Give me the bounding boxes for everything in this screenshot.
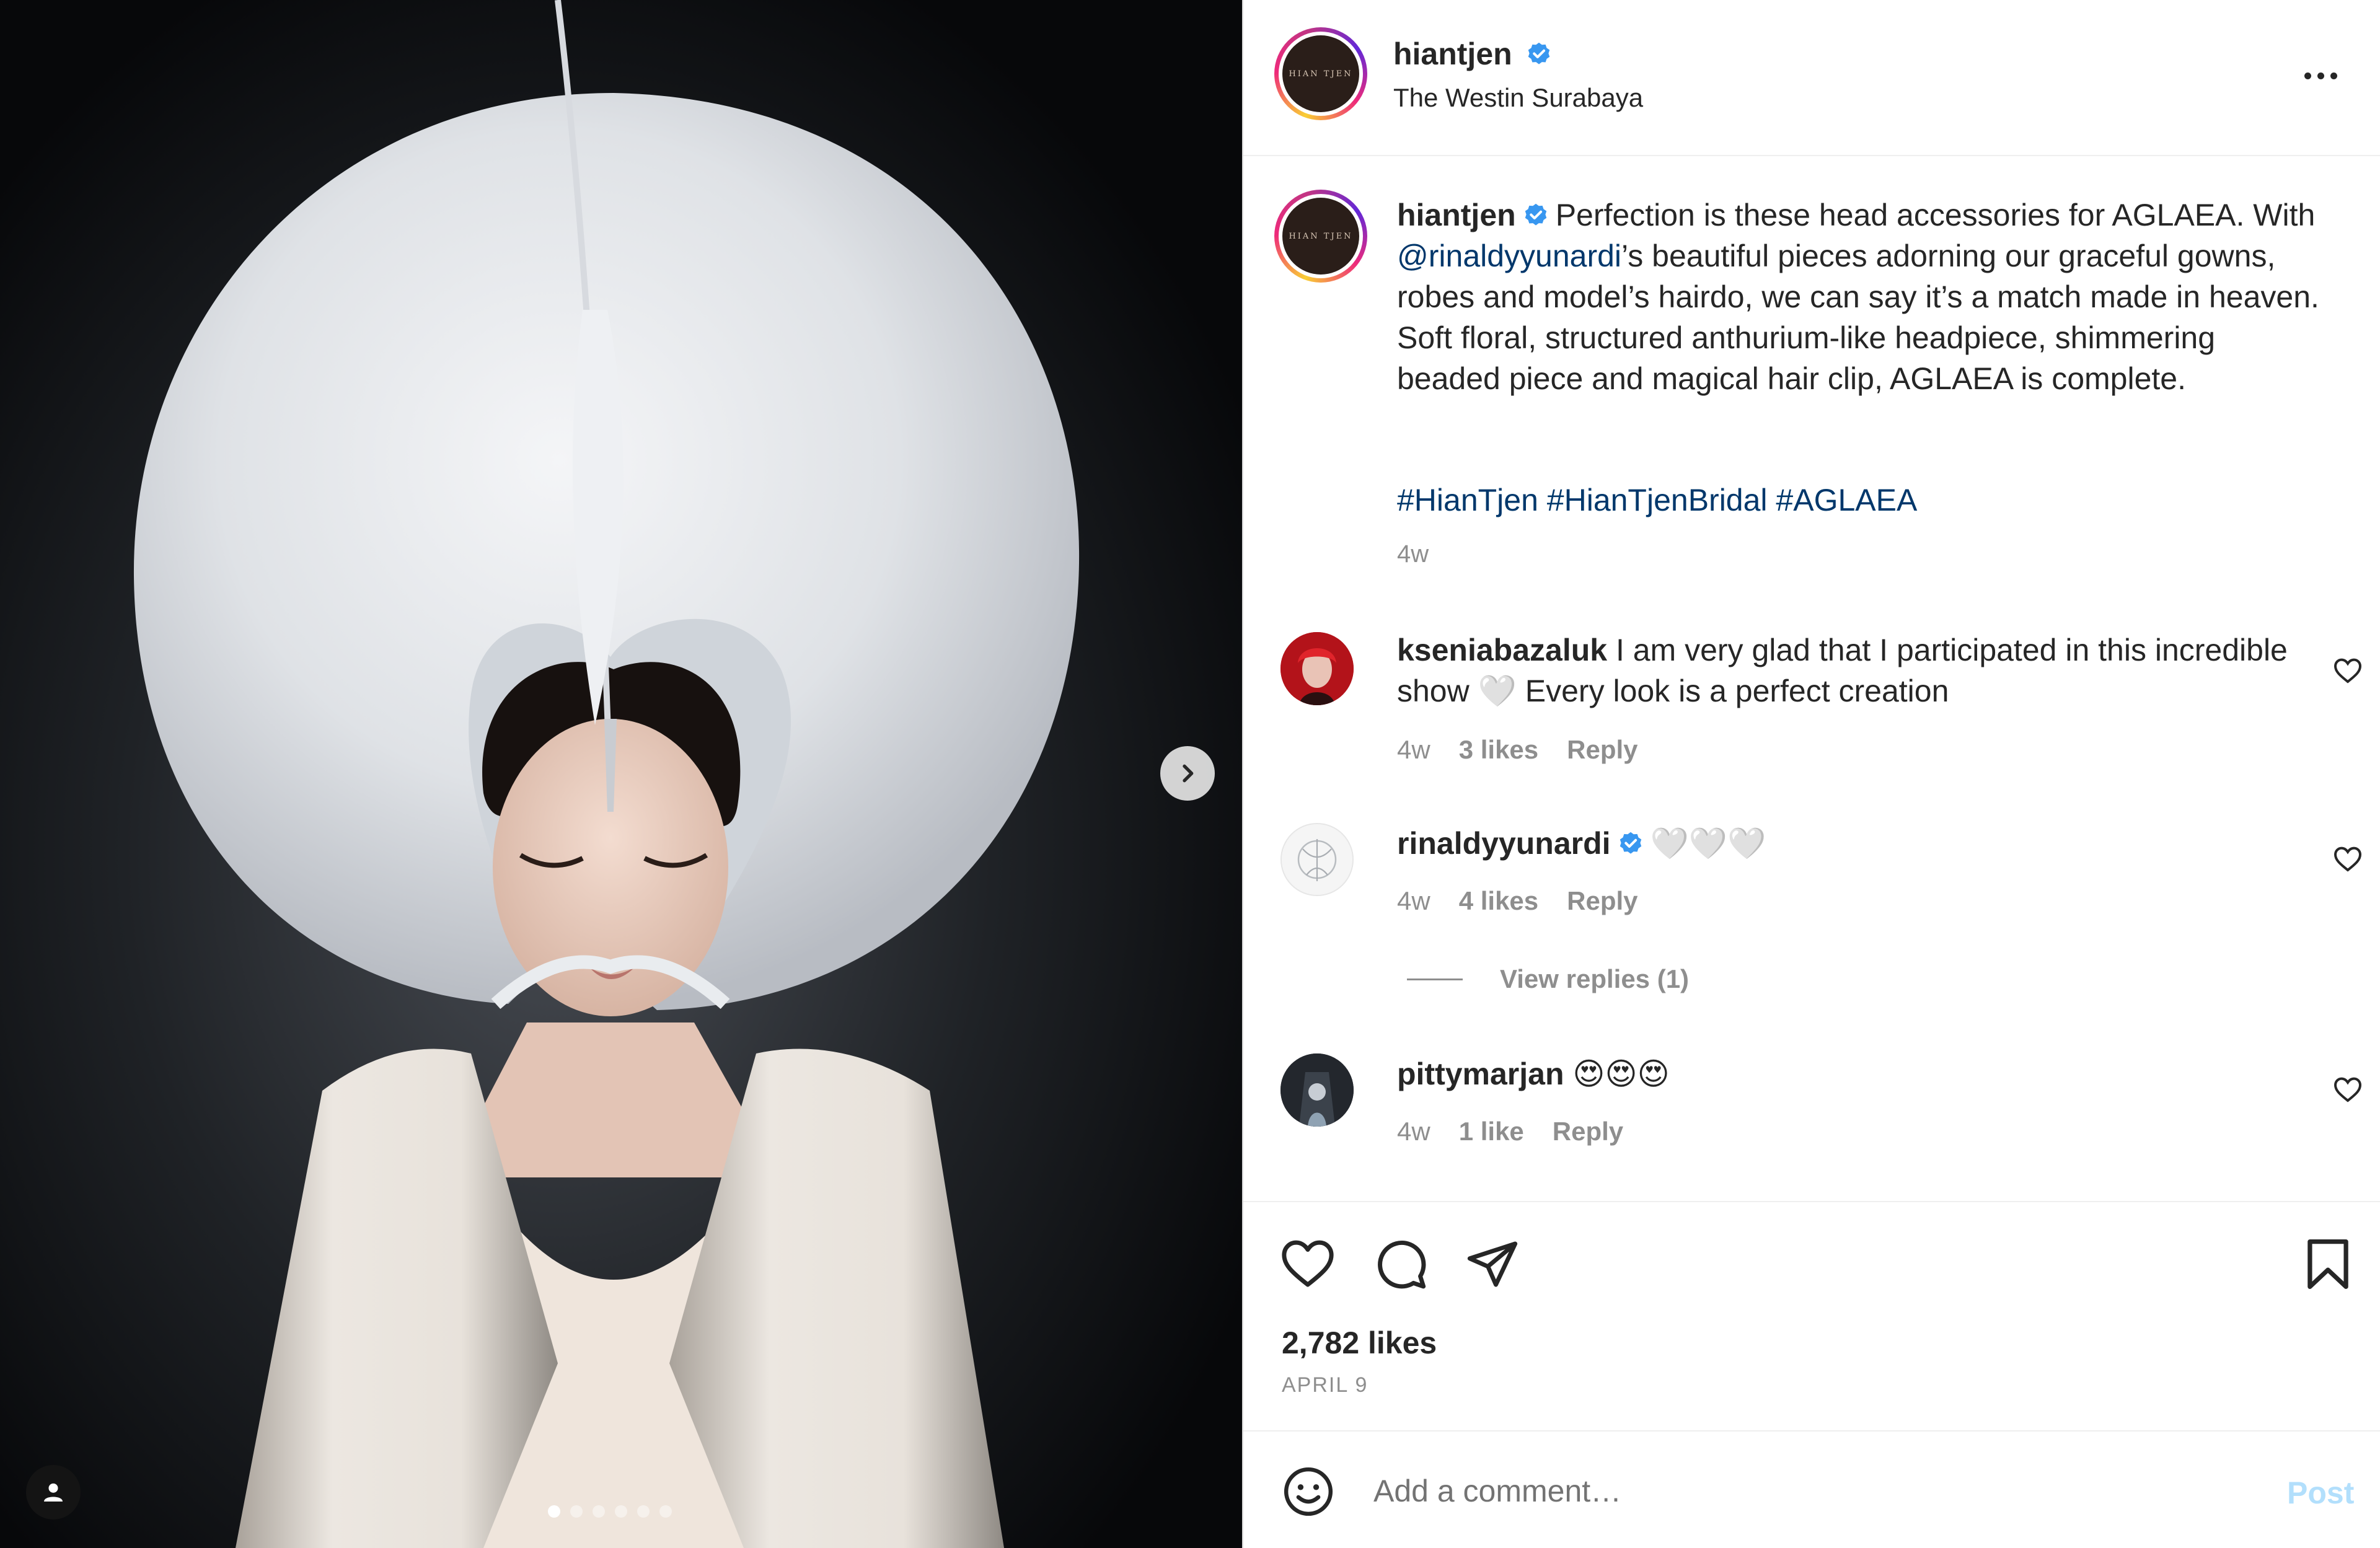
view-replies-label[interactable]: View replies (1) bbox=[1500, 964, 1689, 994]
carousel-dot bbox=[659, 1505, 672, 1518]
comment-timestamp[interactable]: 4w bbox=[1397, 886, 1430, 916]
comment-meta: 4w 1 like Reply bbox=[1397, 1117, 1623, 1146]
comment-timestamp[interactable]: 4w bbox=[1397, 1117, 1430, 1146]
comment-likes[interactable]: 3 likes bbox=[1459, 735, 1538, 765]
post-date[interactable]: APRIL 9 bbox=[1282, 1373, 1368, 1397]
caption-hashtags[interactable]: #HianTjen #HianTjenBridal #AGLAEA bbox=[1397, 482, 1917, 518]
comment-input[interactable] bbox=[1373, 1461, 2179, 1521]
more-options-button[interactable] bbox=[2297, 62, 2344, 89]
replies-divider bbox=[1407, 978, 1463, 980]
comment-content: pittymarjan 😍😍😍 bbox=[1397, 1053, 2296, 1094]
send-icon[interactable] bbox=[1465, 1237, 1520, 1291]
avatar-logo: HIAN TJEN bbox=[1282, 198, 1359, 275]
more-options-icon bbox=[2317, 72, 2324, 79]
instagram-post-view: HIAN TJEN hiantjen The Westin Surabaya H… bbox=[0, 0, 2380, 1548]
comment-content: kseniabazaluk I am very glad that I part… bbox=[1397, 630, 2296, 711]
avatar-border: HIAN TJEN bbox=[1279, 32, 1363, 116]
post-comment-button[interactable]: Post bbox=[2287, 1475, 2354, 1511]
commenter-username[interactable]: pittymarjan bbox=[1397, 1057, 1564, 1091]
carousel-dot bbox=[593, 1505, 605, 1518]
reply-button[interactable]: Reply bbox=[1567, 735, 1637, 765]
post-photo bbox=[133, 0, 1080, 1548]
author-avatar[interactable]: HIAN TJEN bbox=[1274, 27, 1367, 120]
carousel-dot bbox=[637, 1505, 650, 1518]
comment-icon[interactable] bbox=[1373, 1237, 1428, 1291]
post-actions: 2,782 likes APRIL 9 bbox=[1243, 1201, 2380, 1430]
avatar-image bbox=[1280, 632, 1354, 705]
user-icon bbox=[44, 1483, 63, 1502]
caption-mention-link[interactable]: @rinaldyyunardi bbox=[1397, 239, 1621, 273]
post-media[interactable] bbox=[0, 0, 1242, 1548]
comment-like-heart-icon[interactable] bbox=[2333, 845, 2363, 873]
verified-badge-icon bbox=[1528, 42, 1550, 64]
commenter-avatar[interactable] bbox=[1280, 823, 1354, 896]
commenter-avatar[interactable] bbox=[1280, 632, 1354, 705]
commenter-avatar[interactable] bbox=[1280, 1053, 1354, 1127]
more-options-icon bbox=[2330, 72, 2337, 79]
author-username[interactable]: hiantjen bbox=[1393, 36, 1512, 72]
reply-button[interactable]: Reply bbox=[1567, 886, 1637, 916]
caption-body: Perfection is these head accessories for… bbox=[1555, 198, 2316, 232]
add-comment-bar: Post bbox=[1243, 1430, 2380, 1548]
commenter-username[interactable]: kseniabazaluk bbox=[1397, 633, 1607, 667]
comment-like-heart-icon[interactable] bbox=[2333, 1076, 2363, 1103]
post-location[interactable]: The Westin Surabaya bbox=[1393, 83, 1643, 113]
verified-badge-icon bbox=[1525, 203, 1546, 226]
carousel-dot bbox=[548, 1505, 560, 1518]
commenter-username[interactable]: rinaldyyunardi bbox=[1397, 826, 1611, 861]
comment-content: rinaldyyunardi 🤍🤍🤍 bbox=[1397, 823, 2296, 864]
carousel-indicator bbox=[548, 1505, 672, 1518]
emoji-icon[interactable] bbox=[1282, 1465, 1335, 1518]
reply-button[interactable]: Reply bbox=[1553, 1117, 1623, 1146]
post-header: HIAN TJEN hiantjen The Westin Surabaya bbox=[1243, 0, 2380, 156]
caption-username[interactable]: hiantjen bbox=[1397, 198, 1516, 232]
tagged-users-button[interactable] bbox=[26, 1465, 81, 1519]
caption-text: hiantjen Perfection is these head accesso… bbox=[1397, 195, 2327, 399]
carousel-dot bbox=[615, 1505, 627, 1518]
chevron-right-icon bbox=[1183, 764, 1194, 783]
avatar-image bbox=[1282, 824, 1352, 895]
more-options-icon bbox=[2304, 72, 2311, 79]
carousel-dot bbox=[570, 1505, 583, 1518]
caption-author-avatar[interactable]: HIAN TJEN bbox=[1274, 190, 1367, 283]
comment-like-heart-icon[interactable] bbox=[2333, 657, 2363, 684]
avatar-border: HIAN TJEN bbox=[1279, 194, 1363, 278]
avatar-image bbox=[1280, 1053, 1354, 1127]
caption-timestamp[interactable]: 4w bbox=[1397, 540, 1429, 568]
comment-timestamp[interactable]: 4w bbox=[1397, 735, 1430, 765]
post-details-panel: HIAN TJEN hiantjen The Westin Surabaya H… bbox=[1242, 0, 2380, 1548]
avatar-logo: HIAN TJEN bbox=[1282, 35, 1359, 112]
heart-icon[interactable] bbox=[1280, 1237, 1335, 1291]
comment-text: 🤍🤍🤍 bbox=[1650, 826, 1766, 861]
comment-likes[interactable]: 1 like bbox=[1459, 1117, 1524, 1146]
comment-meta: 4w 3 likes Reply bbox=[1397, 735, 1638, 765]
comment-likes[interactable]: 4 likes bbox=[1459, 886, 1538, 916]
next-slide-button[interactable] bbox=[1160, 746, 1215, 801]
bookmark-icon[interactable] bbox=[2303, 1237, 2353, 1291]
comment-meta: 4w 4 likes Reply bbox=[1397, 886, 1638, 916]
likes-count[interactable]: 2,782 likes bbox=[1282, 1325, 1437, 1361]
view-replies-button[interactable]: View replies (1) bbox=[1407, 964, 1689, 994]
verified-badge-icon bbox=[1620, 832, 1641, 854]
comment-text: 😍😍😍 bbox=[1572, 1057, 1670, 1091]
